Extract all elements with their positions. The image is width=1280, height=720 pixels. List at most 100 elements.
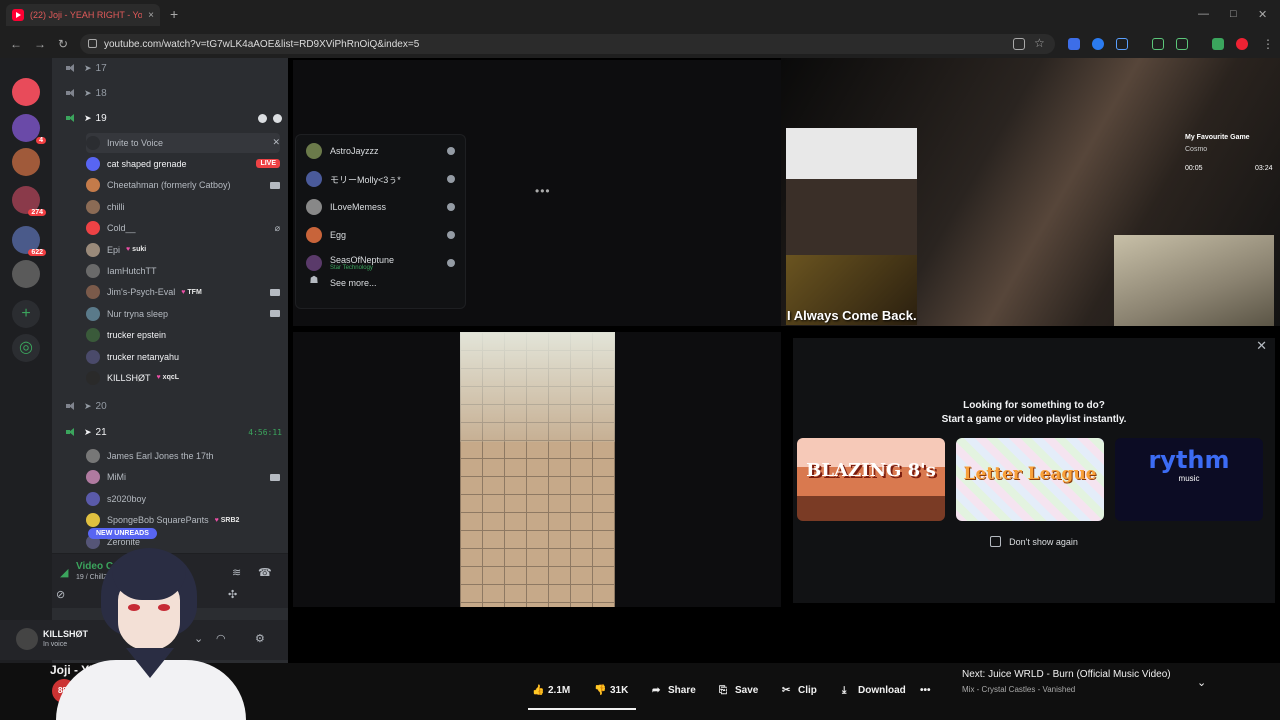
server-icon[interactable]: 4	[12, 114, 46, 144]
voice-channel-18[interactable]: ➤ 18	[66, 83, 282, 103]
server-icon[interactable]	[12, 78, 40, 106]
activity-card-sub: music	[1178, 474, 1200, 483]
voice-channel-location[interactable]: 19 / ChillZone | S... Gam...	[76, 574, 158, 581]
see-more-link[interactable]: ☗ See more...	[306, 273, 455, 293]
dont-show-checkbox[interactable]	[990, 536, 1002, 547]
dont-show-label[interactable]: Don't show again	[1009, 537, 1078, 547]
extension-icon[interactable]	[1092, 38, 1104, 50]
close-window-button[interactable]: ✕	[1258, 8, 1267, 21]
voice-user-row[interactable]: Invite to Voice ✕	[86, 132, 280, 153]
headphones-icon[interactable]: ◠	[216, 632, 226, 645]
extension-icon[interactable]	[1176, 38, 1188, 50]
extension-icon[interactable]	[1152, 38, 1164, 50]
popover-user-name: Egg	[330, 230, 347, 240]
chat-icon[interactable]	[258, 113, 267, 123]
forward-icon[interactable]: →	[34, 37, 46, 51]
activity-card-letter-league[interactable]: Letter League	[956, 438, 1104, 521]
server-icon[interactable]	[12, 260, 40, 288]
like-button[interactable]: 👍 2.1M	[532, 679, 570, 701]
noise-suppression-icon[interactable]: ≋	[232, 566, 241, 579]
voice-user-row[interactable]: IamHutchTT	[86, 261, 280, 281]
chevron-down-icon[interactable]: ⌄	[1197, 676, 1206, 689]
extensions-puzzle-icon[interactable]	[1116, 38, 1128, 50]
up-next-title[interactable]: Next: Juice WRLD - Burn (Official Music …	[962, 669, 1171, 680]
voice-user-row[interactable]: chilli	[86, 197, 280, 217]
browser-tab[interactable]: (22) Joji - YEAH RIGHT - Yo ×	[6, 4, 160, 26]
voice-user-row[interactable]: Cold__ ⌀	[86, 218, 280, 238]
download-button[interactable]: ⤓ Download	[842, 679, 906, 701]
voice-user-row[interactable]: trucker netanyahu	[86, 347, 280, 367]
voice-channel-17[interactable]: ➤ 17	[66, 58, 282, 78]
voice-channel-19[interactable]: ➤ 19	[66, 108, 282, 128]
disconnect-icon[interactable]: ☎	[258, 566, 272, 579]
bookmark-star-icon[interactable]: ☆	[1034, 36, 1045, 50]
minimize-button[interactable]: —	[1198, 8, 1209, 20]
voice-user-row[interactable]: MiMi	[86, 467, 280, 487]
reload-icon[interactable]: ↻	[58, 37, 68, 51]
voice-channel-21[interactable]: ➤ 21 4:56:11	[66, 422, 282, 442]
close-icon[interactable]: ✕	[272, 137, 280, 148]
popover-user-row[interactable]: ILoveMemess	[306, 197, 455, 217]
avatar[interactable]	[16, 628, 38, 650]
popover-user-row[interactable]: AstroJayzzz	[306, 141, 455, 161]
server-icon[interactable]: 622	[12, 226, 46, 256]
gear-icon[interactable]: ⚙	[255, 632, 265, 645]
site-info-icon[interactable]	[88, 39, 97, 48]
add-member-icon[interactable]	[273, 113, 282, 123]
signal-icon[interactable]: ◢	[60, 566, 68, 579]
server-icon[interactable]	[12, 148, 40, 176]
voice-user-row[interactable]: Jim's-Psych-Eval ♥ TFM	[86, 282, 280, 302]
avatar	[86, 242, 100, 257]
voice-user-row[interactable]: s2020boy	[86, 489, 280, 509]
new-unreads-badge[interactable]: NEW UNREADS	[88, 528, 157, 539]
server-icon[interactable]: 274	[12, 186, 46, 216]
more-options-icon[interactable]: •••	[535, 184, 551, 198]
back-icon[interactable]: ←	[10, 37, 22, 51]
chevron-down-icon[interactable]: ⌄	[194, 632, 203, 645]
address-bar[interactable]: youtube.com/watch?v=tG7wLK4aAOE&list=RD9…	[80, 34, 1055, 54]
more-actions-button[interactable]: •••	[920, 679, 931, 701]
maximize-button[interactable]: □	[1230, 8, 1237, 20]
explore-icon[interactable]: ◎	[12, 334, 40, 362]
share-label: Share	[668, 684, 696, 696]
extension-icon[interactable]	[1068, 38, 1080, 50]
voice-user-row[interactable]: Cheetahman (formerly Catboy)	[86, 175, 280, 195]
extension-icon[interactable]	[1212, 38, 1224, 50]
popover-user-row[interactable]: モリーMolly<3ぅ*	[306, 169, 455, 189]
voice-user-row[interactable]: KILLSHØT ♥ xqcL	[86, 368, 280, 388]
profile-icon[interactable]	[447, 231, 455, 239]
install-icon[interactable]	[1013, 38, 1025, 50]
profile-icon[interactable]	[447, 175, 455, 183]
profile-icon[interactable]	[447, 259, 455, 267]
add-server-icon[interactable]: +	[12, 300, 40, 328]
voice-user-row[interactable]: trucker epstein	[86, 325, 280, 345]
activities-icon[interactable]: ✣	[228, 588, 237, 601]
voice-user-row[interactable]: Nur tryna sleep	[86, 304, 280, 324]
popover-user-row[interactable]: SeasOfNeptune Star Technology	[306, 253, 455, 273]
activity-card-blazing-8s[interactable]: BLAZING 8's	[797, 438, 945, 521]
tab-close-icon[interactable]: ×	[148, 10, 154, 21]
channel-name[interactable]: 88rising	[86, 684, 128, 696]
live-badge[interactable]: LIVE	[256, 159, 280, 169]
profile-avatar[interactable]	[1236, 38, 1248, 50]
stream-video[interactable]: My Favourite Game Cosmo 00:05 03:24 I Al…	[781, 58, 1280, 326]
dislike-button[interactable]: 👎 31K	[594, 679, 628, 701]
channel-avatar[interactable]: 88r	[52, 679, 76, 703]
close-icon[interactable]: ✕	[1256, 338, 1267, 354]
popover-user-row[interactable]: Egg	[306, 225, 455, 245]
voice-user-row[interactable]: James Earl Jones the 17th	[86, 446, 280, 466]
clip-button[interactable]: ✂ Clip	[782, 679, 817, 701]
camera-off-icon[interactable]: ⊘	[56, 588, 65, 601]
camera-tile[interactable]	[293, 332, 781, 607]
voice-user-row[interactable]: cat shaped grenade LIVE	[86, 154, 280, 174]
voice-channel-20[interactable]: ➤ 20	[66, 396, 282, 416]
voice-connected-label[interactable]: Video Connected	[76, 561, 158, 572]
share-button[interactable]: ➦ Share	[652, 679, 696, 701]
profile-icon[interactable]	[447, 147, 455, 155]
new-tab-button[interactable]: +	[170, 6, 178, 22]
save-button[interactable]: ⎘ Save	[719, 679, 758, 701]
voice-user-row[interactable]: Epi ♥ suki	[86, 240, 280, 260]
browser-menu-icon[interactable]: ⋮	[1262, 37, 1274, 51]
profile-icon[interactable]	[447, 203, 455, 211]
activity-card-rythm[interactable]: rythm music	[1115, 438, 1263, 521]
